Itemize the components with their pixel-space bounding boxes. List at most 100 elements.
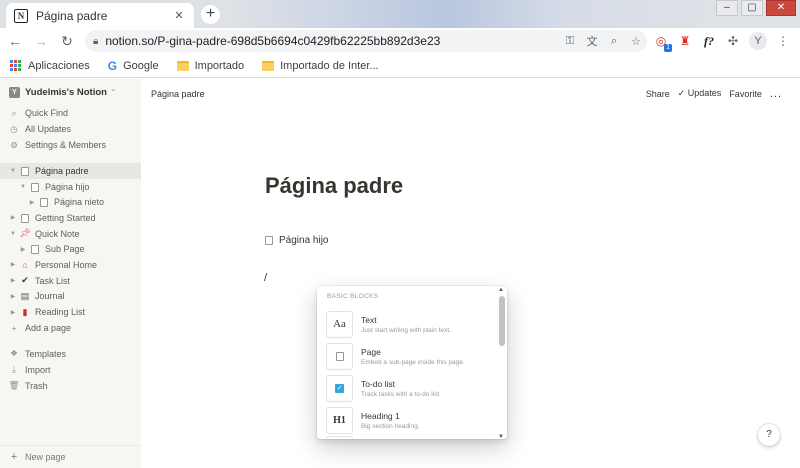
notebook-icon: ▤ xyxy=(20,290,30,301)
window-close-button[interactable]: ✕ xyxy=(766,0,796,16)
bookmark-star-icon[interactable]: ☆ xyxy=(625,35,647,48)
profile-avatar[interactable]: Y xyxy=(749,32,767,50)
browser-tab[interactable]: N Página padre ✕ xyxy=(6,3,194,28)
menu-item-todo[interactable]: ✓ To-do list Track tasks with a to-do li… xyxy=(317,372,507,404)
address-bar[interactable]: 🔒︎ notion.so/P-gina-padre-698d5b6694c042… xyxy=(85,30,647,52)
expand-triangle-icon[interactable]: ▼ xyxy=(18,184,28,190)
extension-lighthouse-icon[interactable]: ♜ xyxy=(675,32,695,50)
bookmark-label: Importado de Inter... xyxy=(280,59,379,72)
menu-item-page[interactable]: Page Embed a sub-page inside this page. xyxy=(317,340,507,372)
sidebar-page-task-list[interactable]: ▶ ✔ Task List xyxy=(0,273,141,289)
sidebar-item-label: Import xyxy=(25,364,51,375)
tab-close-icon[interactable]: ✕ xyxy=(172,9,186,22)
lock-icon[interactable]: 🔒︎ xyxy=(93,36,98,47)
sidebar-page-label: Página hijo xyxy=(45,181,90,192)
page-title[interactable]: Página padre xyxy=(265,173,403,199)
url-text[interactable]: notion.so/P-gina-padre-698d5b6694c0429fb… xyxy=(105,34,559,48)
child-page-label: Página hijo xyxy=(279,235,329,246)
sidebar-page-sub-page[interactable]: ▶ Sub Page xyxy=(0,241,141,257)
page-icon xyxy=(18,166,32,176)
apps-grid-icon xyxy=(10,59,22,72)
sidebar-item-all-updates[interactable]: ◷ All Updates xyxy=(0,121,141,137)
breadcrumb[interactable]: Página padre xyxy=(151,89,646,99)
add-page-label: Add a page xyxy=(25,322,72,333)
sidebar-page-quick-note[interactable]: ▼ 📌︎ Quick Note xyxy=(0,226,141,242)
sidebar-item-settings[interactable]: ⚙ Settings & Members xyxy=(0,137,141,153)
scrollbar-thumb[interactable] xyxy=(499,296,505,346)
menu-item-desc: Embed a sub-page inside this page. xyxy=(361,358,465,366)
workspace-switcher[interactable]: Y Yudelmis's Notion ⌃ xyxy=(0,79,141,105)
key-icon[interactable]: ⚿ xyxy=(559,35,581,48)
menu-item-name: To-do list xyxy=(361,378,396,389)
back-arrow-icon[interactable]: ← xyxy=(4,33,26,49)
scroll-down-icon[interactable]: ▼ xyxy=(498,434,504,439)
import-icon: ⤓ xyxy=(12,364,16,375)
bookmark-importado[interactable]: Importado xyxy=(176,60,244,72)
translate-icon[interactable]: 文 xyxy=(581,33,603,49)
add-page-button[interactable]: + Add a page xyxy=(0,320,141,336)
expand-triangle-icon[interactable]: ▶ xyxy=(8,293,18,300)
sidebar-page-pagina-hijo[interactable]: ▼ Página hijo xyxy=(0,179,141,195)
expand-triangle-icon[interactable]: ▼ xyxy=(8,231,18,237)
expand-triangle-icon[interactable]: ▶ xyxy=(18,246,28,253)
sidebar-page-pagina-padre[interactable]: ▼ Página padre xyxy=(0,163,141,179)
reload-icon[interactable]: ↻ xyxy=(56,33,78,50)
expand-triangle-icon[interactable]: ▶ xyxy=(8,309,18,316)
menu-item-desc: Big section heading. xyxy=(361,422,420,430)
pin-icon: 📌︎ xyxy=(19,228,31,239)
expand-triangle-icon[interactable]: ▶ xyxy=(27,199,37,206)
more-options-button[interactable]: ... xyxy=(770,88,782,100)
extensions-puzzle-icon[interactable]: ✣ xyxy=(723,32,743,50)
sidebar-page-label: Reading List xyxy=(35,307,86,318)
menu-item-name: Text xyxy=(361,314,377,325)
favorite-button[interactable]: Favorite xyxy=(729,89,762,99)
sidebar-item-quick-find[interactable]: ⌕ Quick Find xyxy=(0,105,141,121)
sidebar-page-pagina-nieto[interactable]: ▶ Página nieto xyxy=(0,194,141,210)
sidebar-page-personal-home[interactable]: ▶ ⌂ Personal Home xyxy=(0,257,141,273)
expand-triangle-icon[interactable]: ▶ xyxy=(8,277,18,284)
share-button[interactable]: Share xyxy=(646,89,670,99)
minimize-button[interactable]: – xyxy=(716,0,738,16)
search-icon: ⌕ xyxy=(11,107,17,118)
sidebar-item-label: All Updates xyxy=(25,124,72,134)
checkbox-icon: ✓ xyxy=(326,374,353,402)
new-page-button[interactable]: + New page xyxy=(0,445,141,467)
page-icon xyxy=(326,342,353,370)
extension-target-icon[interactable]: ◎ 1 xyxy=(651,32,672,52)
notion-favicon-icon: N xyxy=(14,8,28,23)
forward-arrow-icon[interactable]: → xyxy=(30,33,52,49)
folder-icon xyxy=(262,60,275,71)
slash-command-text[interactable]: / xyxy=(264,272,267,284)
browser-menu-icon[interactable]: ⋮ xyxy=(773,32,793,50)
browser-toolbar: ← → ↻ 🔒︎ notion.so/P-gina-padre-698d5b66… xyxy=(0,28,800,54)
page-icon xyxy=(37,197,51,208)
sidebar-item-import[interactable]: ⤓ Import xyxy=(0,362,141,378)
sidebar-page-journal[interactable]: ▶ ▤ Journal xyxy=(0,289,141,305)
sidebar-page-getting-started[interactable]: ▶ Getting Started xyxy=(0,210,141,226)
menu-item-text[interactable]: Aa Text Just start writing with plain te… xyxy=(317,308,507,340)
maximize-button[interactable]: ▢ xyxy=(741,0,763,16)
sidebar-item-trash[interactable]: 🗑︎ Trash xyxy=(0,378,141,394)
gear-icon: ⚙ xyxy=(10,139,18,150)
bookmark-apps[interactable]: Aplicaciones xyxy=(10,59,90,72)
zoom-icon[interactable]: ⌕ xyxy=(603,35,625,48)
menu-item-heading-1[interactable]: H1 Heading 1 Big section heading. xyxy=(317,404,507,436)
bookmark-google[interactable]: G Google xyxy=(108,59,159,73)
clock-icon: ◷ xyxy=(10,123,18,134)
scroll-up-icon[interactable]: ▲ xyxy=(498,287,504,293)
updates-button[interactable]: ✓ Updates xyxy=(678,88,722,99)
expand-triangle-icon[interactable]: ▶ xyxy=(8,261,18,268)
page-icon xyxy=(28,244,42,255)
child-page-link[interactable]: Página hijo xyxy=(265,235,328,246)
menu-scrollbar[interactable]: ▲ ▼ xyxy=(498,287,505,439)
sidebar-item-templates[interactable]: ❖ Templates xyxy=(0,346,141,362)
extension-fx-icon[interactable]: f? xyxy=(699,32,719,50)
bookmark-importado-internet[interactable]: Importado de Inter... xyxy=(262,59,379,72)
check-icon: ✔ xyxy=(21,275,29,286)
help-button[interactable]: ? xyxy=(758,424,780,446)
expand-triangle-icon[interactable]: ▼ xyxy=(8,168,18,174)
expand-triangle-icon[interactable]: ▶ xyxy=(8,214,18,221)
updates-label: Updates xyxy=(687,88,722,98)
new-tab-button[interactable]: + xyxy=(201,5,220,24)
sidebar-page-reading-list[interactable]: ▶ ▮ Reading List xyxy=(0,304,141,320)
